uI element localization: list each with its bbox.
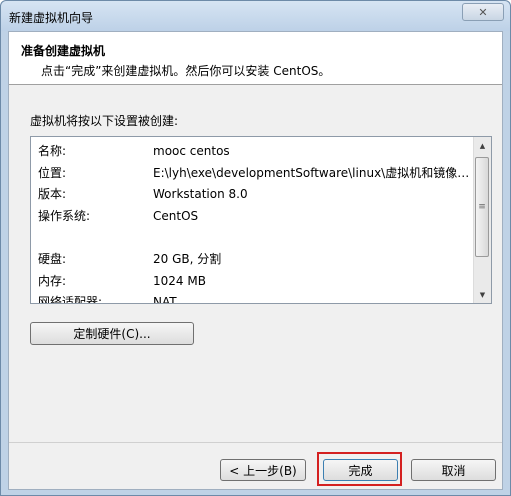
settings-intro-label: 虚拟机将按以下设置被创建: xyxy=(30,114,179,128)
setting-value: NAT xyxy=(153,295,177,304)
setting-key: 版本: xyxy=(38,187,67,202)
setting-value: E:\lyh\exe\developmentSoftware\linux\虚拟机… xyxy=(153,165,471,180)
setting-value: mooc centos xyxy=(153,144,230,158)
setting-key: 内存: xyxy=(38,273,67,288)
wizard-window: 新建虚拟机向导 ✕ 准备创建虚拟机 点击“完成”来创建虚拟机。然后你可以安装 C… xyxy=(0,0,511,496)
setting-value: 1024 MB xyxy=(153,273,206,288)
page-title: 准备创建虚拟机 xyxy=(21,44,106,58)
settings-row-disk: 硬盘: 20 GB, 分割 xyxy=(31,249,475,271)
wizard-client-area: 准备创建虚拟机 点击“完成”来创建虚拟机。然后你可以安装 CentOS。 虚拟机… xyxy=(8,31,503,490)
setting-key: 硬盘: xyxy=(38,251,67,266)
setting-value: Workstation 8.0 xyxy=(153,187,248,202)
settings-row-version: 版本: Workstation 8.0 xyxy=(31,184,475,206)
title-bar[interactable]: 新建虚拟机向导 ✕ xyxy=(1,1,510,31)
customize-hardware-button[interactable]: 定制硬件(C)... xyxy=(30,322,194,345)
back-button[interactable]: < 上一步(B) xyxy=(220,459,306,481)
settings-summary-list[interactable]: 名称: mooc centos 位置: E:\lyh\exe\developme… xyxy=(30,136,492,304)
finish-button[interactable]: 完成 xyxy=(323,459,398,481)
cancel-button[interactable]: 取消 xyxy=(411,459,496,481)
vertical-scrollbar[interactable]: ▲ ≡ ▼ xyxy=(473,137,491,303)
settings-row-network: 网络适配器: NAT xyxy=(31,292,475,304)
settings-row-name: 名称: mooc centos xyxy=(31,141,475,163)
settings-row-os: 操作系统: CentOS xyxy=(31,206,475,228)
settings-row-blank xyxy=(31,227,475,249)
setting-key: 网络适配器: xyxy=(38,295,103,304)
wizard-header: 准备创建虚拟机 点击“完成”来创建虚拟机。然后你可以安装 CentOS。 xyxy=(9,32,502,85)
grip-icon: ≡ xyxy=(478,202,486,212)
settings-rows: 名称: mooc centos 位置: E:\lyh\exe\developme… xyxy=(31,141,475,304)
scroll-up-arrow-icon[interactable]: ▲ xyxy=(474,137,491,154)
settings-row-location: 位置: E:\lyh\exe\developmentSoftware\linux… xyxy=(31,163,475,185)
close-icon: ✕ xyxy=(478,5,488,19)
page-subtitle: 点击“完成”来创建虚拟机。然后你可以安装 CentOS。 xyxy=(41,64,331,78)
setting-value: 20 GB, 分割 xyxy=(153,251,222,266)
setting-value: CentOS xyxy=(153,208,199,223)
scroll-down-arrow-icon[interactable]: ▼ xyxy=(474,286,491,303)
scroll-thumb[interactable]: ≡ xyxy=(475,157,489,257)
footer-divider xyxy=(9,442,502,443)
close-button[interactable]: ✕ xyxy=(462,3,504,21)
setting-key: 操作系统: xyxy=(38,208,91,223)
setting-key: 位置: xyxy=(38,165,67,180)
setting-key: 名称: xyxy=(38,144,67,158)
window-title: 新建虚拟机向导 xyxy=(9,11,94,25)
settings-row-memory: 内存: 1024 MB xyxy=(31,271,475,293)
